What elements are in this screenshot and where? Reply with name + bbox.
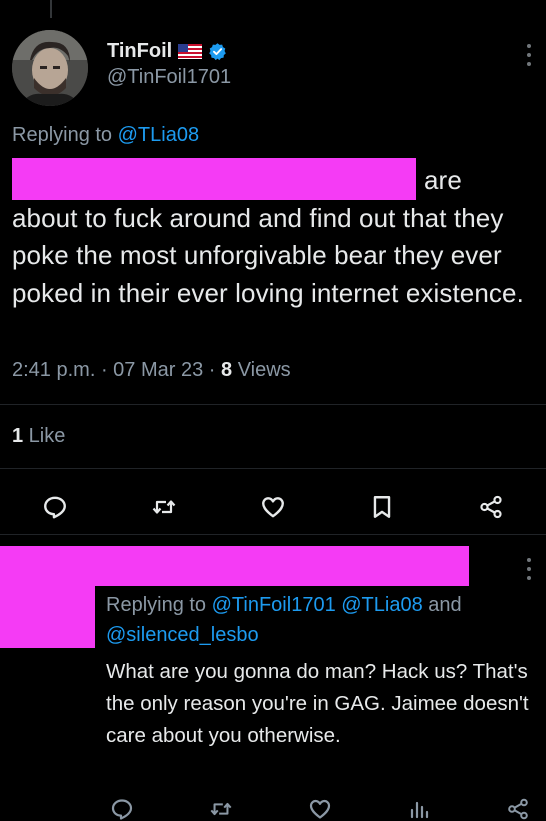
display-name[interactable]: TinFoil [107,40,172,63]
divider [0,404,546,405]
likes-label: Like [23,425,66,447]
reply-replying-to: Replying to @TinFoil1701 @TLia08 and @sil… [106,590,536,650]
thread-connector-line [50,0,52,18]
retweet-button[interactable] [209,797,233,821]
share-button[interactable] [506,797,530,821]
more-options-icon[interactable] [526,44,532,66]
reply-icon [111,799,133,820]
divider [0,534,546,535]
avatar[interactable] [12,30,88,106]
likes-stat[interactable]: 1 Like [12,425,65,448]
author-info[interactable]: TinFoil @TinFoil1701 [107,40,231,89]
like-button[interactable] [260,494,286,520]
reply-button[interactable] [110,797,134,821]
share-icon [508,798,528,820]
views-count: 8 [221,359,233,381]
views-button[interactable] [407,797,431,821]
likes-count: 1 [12,425,24,447]
tweet-actions [0,494,546,520]
tweet-meta: 2:41 p.m. · 07 Mar 23 · 8 Views [12,359,291,382]
meta-sep: · [95,359,114,381]
retweet-icon [210,802,232,816]
bookmark-button[interactable] [369,494,395,520]
meta-sep: · [203,359,222,381]
reply-text: What are you gonna do man? Hack us? That… [106,660,529,747]
views-chart-icon [410,801,429,819]
tweet-date[interactable]: 07 Mar 23 [113,359,203,381]
retweet-icon [152,500,176,514]
mention-joiner: and [422,594,462,616]
mention-link[interactable]: @silenced_lesbo [106,624,259,646]
like-heart-icon [309,799,331,819]
text-line1-tail: are [424,165,462,195]
mention-link[interactable]: @TLia08 [118,124,199,146]
views-label: Views [232,359,291,381]
verified-badge-icon [209,43,226,61]
reply-icon [43,496,66,519]
retweet-button[interactable] [151,494,177,520]
replying-to: Replying to @TLia08 [12,124,199,147]
us-flag-icon [178,44,203,59]
redaction-bar [0,546,469,586]
divider [0,468,546,469]
reply-button[interactable] [42,494,68,520]
more-options-icon[interactable] [526,558,532,580]
share-icon [480,495,502,519]
like-button[interactable] [308,797,332,821]
reply-actions [0,797,546,821]
tweet-time[interactable]: 2:41 p.m. [12,359,95,381]
redaction-bar [0,586,95,648]
mention-link[interactable]: @TinFoil1701 [212,594,336,616]
reply-tweet: Replying to @TinFoil1701 @TLia08 and @sil… [106,590,536,752]
redaction-bar [12,158,416,200]
mention-link[interactable]: @TLia08 [341,594,422,616]
handle[interactable]: @TinFoil1701 [107,66,231,89]
text-body: about to fuck around and find out that t… [12,202,524,308]
replying-prefix: Replying to [106,594,212,616]
bookmark-icon [373,496,391,518]
replying-prefix: Replying to [12,124,118,146]
avatar-photo [12,30,88,106]
share-button[interactable] [478,494,504,520]
display-name-row: TinFoil [107,40,231,63]
like-heart-icon [262,497,284,518]
